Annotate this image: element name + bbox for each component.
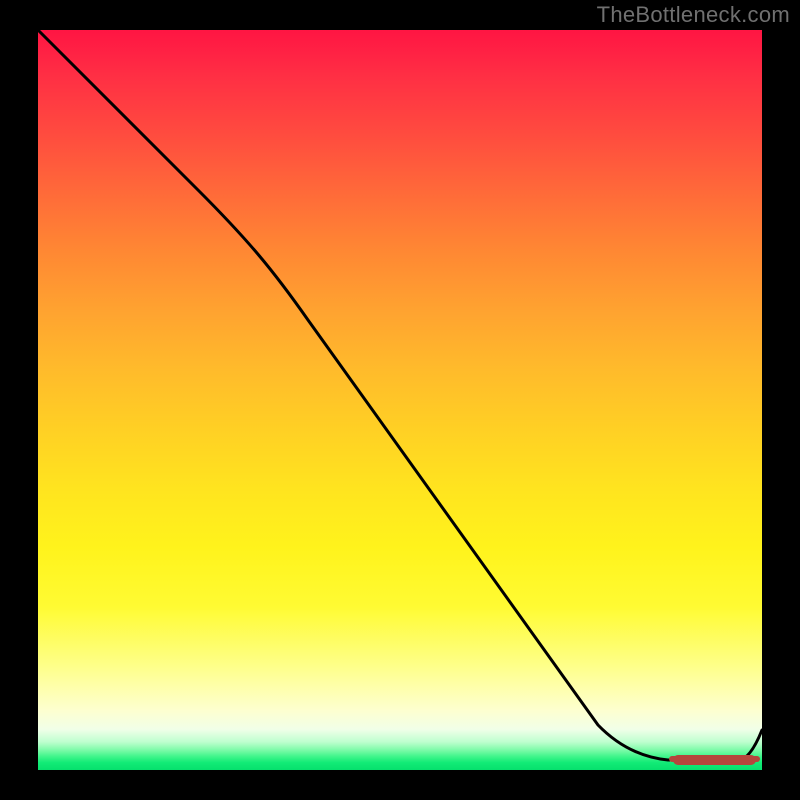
bottleneck-curve <box>38 30 762 770</box>
plot-area <box>38 30 762 770</box>
chart-frame: TheBottleneck.com <box>0 0 800 800</box>
optimal-range-marker <box>673 755 756 765</box>
attribution-watermark: TheBottleneck.com <box>597 2 790 28</box>
bottleneck-curve-path <box>38 30 762 760</box>
